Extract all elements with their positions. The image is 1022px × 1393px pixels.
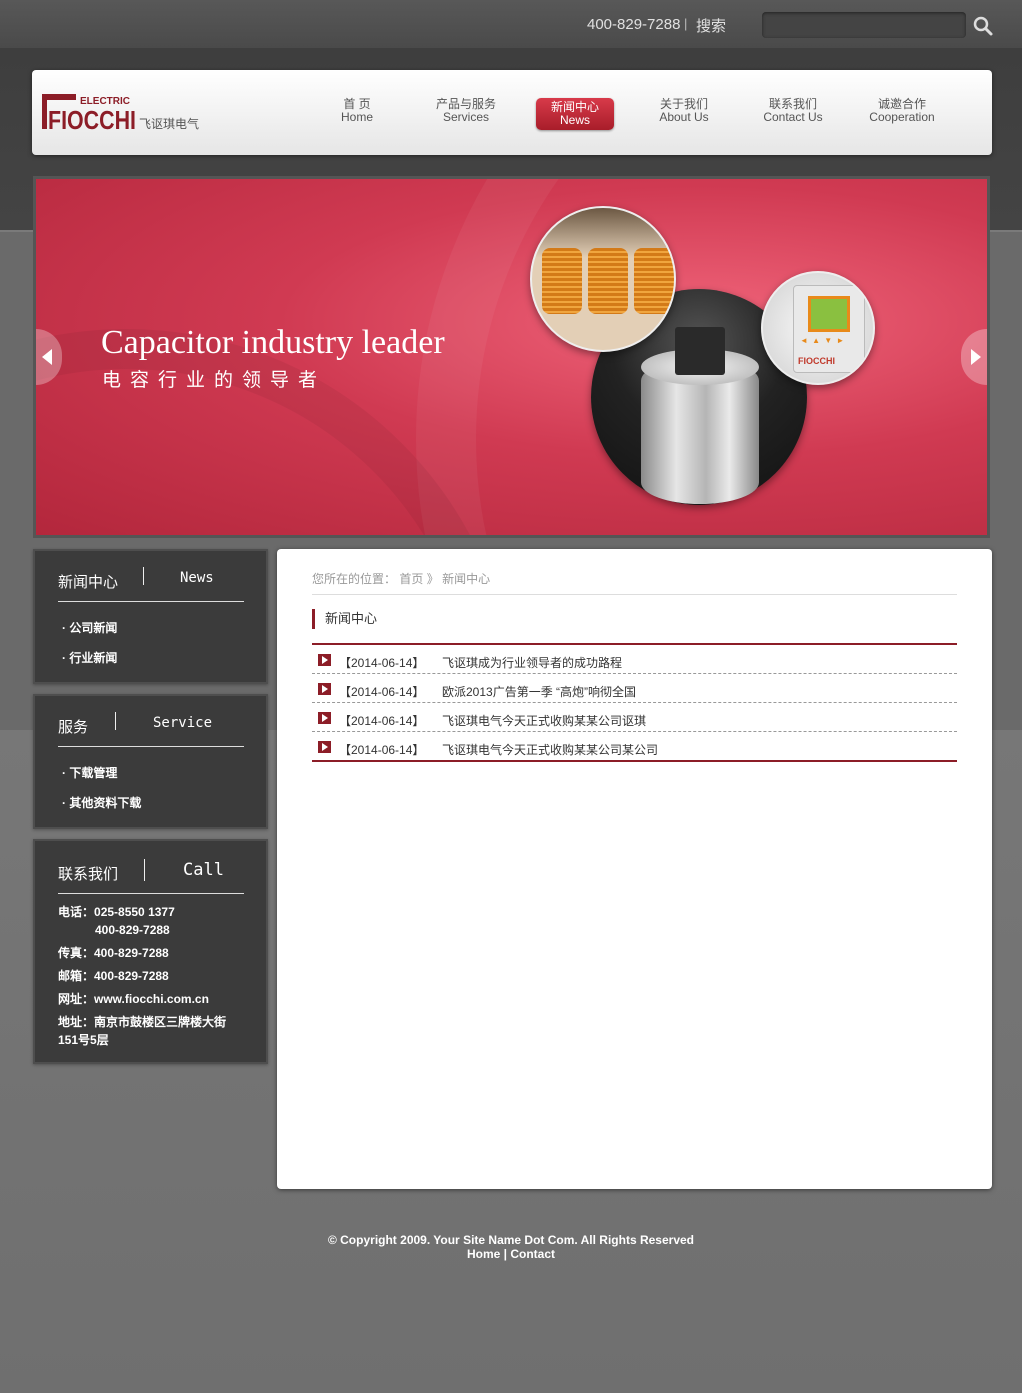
sidebar-news-en: News — [180, 570, 214, 586]
hotline-phone: 400-829-7288 — [587, 16, 681, 33]
site-header: ELECTRIC FIOCCHI 飞讴琪电气 首 页 Home 产品与服务 Se… — [32, 70, 992, 155]
main-content: 您所在的位置： 首页 》 新闻中心 新闻中心 【2014-06-14】 飞讴琪成… — [277, 549, 992, 1189]
sidebar-link-company-news[interactable]: · 公司新闻 — [62, 619, 117, 636]
sidebar-contact-title: 联系我们 — [58, 866, 119, 883]
sidebar-divider — [115, 712, 116, 730]
news-list-bottom-rule — [312, 760, 957, 762]
breadcrumb-current[interactable]: 新闻中心 — [442, 572, 490, 586]
nav-cooperation-en: Cooperation — [869, 110, 935, 124]
news-title[interactable]: 飞讴琪成为行业领导者的成功路程 — [442, 654, 622, 671]
sidebar-service-box: 服务 Service · 下载管理 · 其他资料下载 — [33, 694, 268, 829]
coil-winding — [634, 248, 674, 314]
news-title[interactable]: 欧派2013广告第一季 “高炮”响彻全国 — [442, 683, 636, 700]
sidebar-news-box: 新闻中心 News · 公司新闻 · 行业新闻 — [33, 549, 268, 684]
banner-title: Capacitor industry leader — [101, 324, 445, 361]
news-title[interactable]: 飞讴琪电气今天正式收购某某公司某公司 — [442, 741, 658, 758]
news-date: 【2014-06-14】 — [339, 714, 425, 728]
search-label: 搜索 — [696, 18, 727, 35]
sidebar-contact-box: 联系我们 Call 电话：025-8550 1377 400-829-7288 … — [33, 839, 268, 1064]
footer-link-separator: | — [500, 1247, 511, 1261]
news-list-item[interactable]: 【2014-06-14】 飞讴琪电气今天正式收购某某公司讴琪 — [312, 703, 957, 732]
sidebar-service-header: 服务 Service — [58, 712, 244, 747]
nav-home[interactable]: 首 页 Home — [312, 98, 402, 124]
contact-tel: 电话：025-8550 1377 — [58, 903, 175, 921]
arrow-bullet-icon — [318, 654, 331, 666]
breadcrumb-prefix: 您所在的位置： — [312, 572, 397, 586]
logo-main-text: FIOCCHI — [48, 105, 136, 134]
nav-news[interactable]: 新闻中心 News — [536, 98, 614, 130]
breadcrumb-separator: 》 — [426, 572, 439, 586]
sidebar-divider — [143, 567, 144, 585]
sidebar-link-downloads[interactable]: · 下载管理 — [62, 764, 117, 781]
sidebar-news-header: 新闻中心 News — [58, 567, 244, 602]
news-date: 【2014-06-14】 — [339, 656, 425, 670]
sidebar-link-industry-news[interactable]: · 行业新闻 — [62, 649, 117, 666]
contact-address-2: 151号5层 — [58, 1033, 109, 1047]
contact-address-1: 地址：南京市鼓楼区三牌楼大街 — [58, 1015, 227, 1029]
top-bar: 400-829-7288 | 搜索 — [0, 0, 1022, 48]
sidebar-link-other-downloads[interactable]: · 其他资料下载 — [62, 794, 141, 811]
contact-fax: 传真：400-829-7288 — [58, 946, 169, 960]
news-title[interactable]: 飞讴琪电气今天正式收购某某公司讴琪 — [442, 712, 646, 729]
banner-subtitle: 电容行业的领导者 — [102, 370, 327, 391]
news-list-item[interactable]: 【2014-06-14】 飞讴琪电气今天正式收购某某公司某公司 — [312, 732, 957, 761]
nav-services[interactable]: 产品与服务 Services — [421, 98, 511, 124]
nav-contact-en: Contact Us — [763, 110, 823, 124]
breadcrumb-home[interactable]: 首页 — [399, 572, 423, 586]
sidebar-contact-en: Call — [183, 860, 224, 880]
logo-cn-text: 飞讴琪电气 — [139, 116, 199, 131]
fiocchi-logo[interactable]: ELECTRIC FIOCCHI 飞讴琪电气 — [42, 94, 222, 134]
breadcrumb-divider — [312, 594, 957, 595]
nav-services-en: Services — [442, 110, 489, 124]
footer-link-contact[interactable]: Contact — [510, 1247, 555, 1261]
sidebar-divider — [144, 859, 145, 881]
news-list-item[interactable]: 【2014-06-14】 欧派2013广告第一季 “高炮”响彻全国 — [312, 674, 957, 703]
footer-link-home[interactable]: Home — [467, 1247, 500, 1261]
controller-screen — [808, 296, 850, 332]
nav-about[interactable]: 关于我们 About Us — [639, 98, 729, 124]
news-date: 【2014-06-14】 — [339, 685, 425, 699]
contact-tel-2: 400-829-7288 — [95, 923, 170, 937]
sidebar-news-title: 新闻中心 — [58, 574, 119, 591]
nav-about-en: About Us — [659, 110, 709, 124]
hero-banner: Capacitor industry leader 电容行业的领导者 ◄ ▲ ▼… — [33, 176, 990, 538]
coil-winding — [588, 248, 628, 314]
news-list-item[interactable]: 【2014-06-14】 飞讴琪成为行业领导者的成功路程 — [312, 645, 957, 674]
controller-brand: FIOCCHI — [798, 356, 835, 366]
contact-tel-1: 025-8550 1377 — [94, 905, 175, 919]
contact-mail: 邮箱：400-829-7288 — [58, 969, 169, 983]
controller-panel: ◄ ▲ ▼ ► FIOCCHI — [793, 285, 865, 373]
search-input[interactable] — [762, 12, 966, 38]
footer-copyright: © Copyright 2009. Your Site Name Dot Com… — [327, 1233, 695, 1247]
coil-winding — [542, 248, 582, 314]
nav-news-en: News — [559, 113, 590, 127]
sidebar-service-title: 服务 — [58, 719, 89, 736]
site-footer: © Copyright 2009. Your Site Name Dot Com… — [0, 1233, 1022, 1261]
reactor-coil-image — [530, 206, 676, 352]
arrow-bullet-icon — [318, 712, 331, 724]
sidebar-service-en: Service — [153, 715, 213, 731]
controller-buttons: ◄ ▲ ▼ ► — [800, 336, 846, 345]
nav-home-en: Home — [340, 110, 373, 124]
nav-cooperation[interactable]: 诚邀合作 Cooperation — [857, 98, 947, 124]
footer-links: Home | Contact — [0, 1247, 1022, 1261]
topbar-separator: | — [684, 16, 688, 31]
news-date: 【2014-06-14】 — [339, 743, 425, 757]
arrow-bullet-icon — [318, 741, 331, 753]
sidebar-contact-header: 联系我们 Call — [58, 859, 244, 894]
contact-website: 网址：www.fiocchi.com.cn — [58, 992, 209, 1006]
controller-image: ◄ ▲ ▼ ► FIOCCHI — [761, 271, 875, 385]
nav-contact[interactable]: 联系我们 Contact Us — [748, 98, 838, 124]
contact-tel-label: 电话： — [58, 905, 95, 919]
capacitor-terminal — [675, 327, 725, 375]
search-icon[interactable] — [972, 15, 994, 37]
arrow-bullet-icon — [318, 683, 331, 695]
section-title: 新闻中心 — [312, 609, 377, 629]
breadcrumb: 您所在的位置： 首页 》 新闻中心 — [312, 570, 490, 587]
